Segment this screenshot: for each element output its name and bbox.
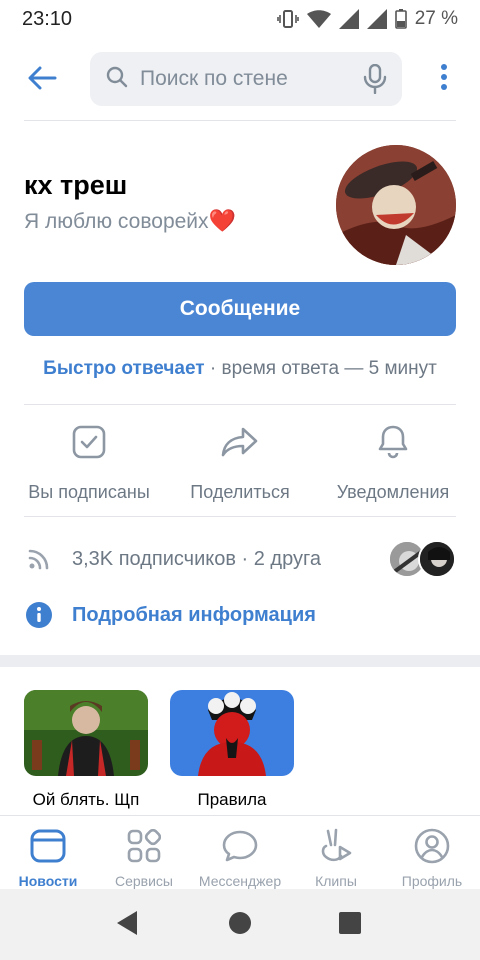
bottom-navigation: Новости Сервисы Мессенджер Клипы Профиль bbox=[0, 815, 480, 889]
nav-services[interactable]: Сервисы bbox=[96, 816, 192, 889]
clips-icon bbox=[316, 826, 356, 865]
wifi-icon bbox=[306, 10, 331, 28]
profile-icon bbox=[412, 826, 452, 865]
signal-icon-2 bbox=[366, 9, 387, 29]
microphone-icon[interactable] bbox=[360, 64, 390, 94]
nav-clips[interactable]: Клипы bbox=[288, 816, 384, 889]
battery-icon bbox=[394, 9, 407, 29]
nav-clips-label: Клипы bbox=[315, 873, 357, 889]
nav-services-label: Сервисы bbox=[114, 873, 173, 889]
rss-icon bbox=[24, 544, 54, 574]
album-caption: Правила bbox=[197, 790, 267, 809]
triangle-back-icon bbox=[115, 910, 139, 941]
system-back-button[interactable] bbox=[113, 910, 141, 941]
heart-emoji: ❤️ bbox=[208, 208, 236, 233]
share-button[interactable]: Поделиться bbox=[180, 422, 300, 508]
album-caption: Ой блять. Щп bbox=[32, 790, 140, 809]
search-icon bbox=[106, 66, 128, 93]
followers-text: 3,3K подписчиков · 2 друга bbox=[72, 547, 321, 570]
friends-avatars[interactable] bbox=[388, 540, 456, 578]
search-bar[interactable] bbox=[90, 52, 402, 106]
nav-messenger[interactable]: Мессенджер bbox=[192, 816, 288, 889]
services-icon bbox=[124, 826, 164, 865]
nav-profile[interactable]: Профиль bbox=[384, 816, 480, 889]
share-label: Поделиться bbox=[190, 482, 290, 502]
reply-time-text: · время ответа — 5 минут bbox=[204, 358, 437, 379]
info-icon bbox=[24, 600, 54, 630]
system-navigation-bar bbox=[0, 889, 480, 960]
profile-status-text: Я люблю соворейх bbox=[24, 210, 209, 233]
section-separator bbox=[0, 655, 480, 667]
subscribed-label: Вы подписаны bbox=[28, 482, 150, 502]
nav-messenger-label: Мессенджер bbox=[198, 873, 282, 889]
more-menu-button[interactable] bbox=[432, 62, 456, 96]
messenger-icon bbox=[220, 826, 260, 865]
album-thumbnail bbox=[170, 690, 294, 776]
profile-name: кх треш bbox=[24, 170, 128, 200]
nav-news[interactable]: Новости bbox=[0, 816, 96, 889]
followers-row[interactable]: 3,3K подписчиков · 2 друга bbox=[24, 538, 456, 580]
album-item[interactable]: Правила bbox=[170, 690, 294, 810]
divider bbox=[24, 516, 456, 517]
status-icons: 27 % bbox=[276, 8, 458, 30]
divider bbox=[24, 404, 456, 405]
system-home-button[interactable] bbox=[226, 911, 254, 939]
nav-news-label: Новости bbox=[18, 873, 78, 889]
profile-status: Я люблю соворейх❤️ bbox=[24, 208, 236, 234]
status-time: 23:10 bbox=[22, 7, 73, 30]
bell-icon bbox=[373, 422, 413, 462]
signal-icon bbox=[338, 9, 359, 29]
check-square-icon bbox=[69, 422, 109, 462]
album-thumbnail bbox=[24, 690, 148, 776]
share-icon bbox=[220, 422, 260, 462]
reply-info: Быстро отвечает · время ответа — 5 минут bbox=[0, 358, 480, 380]
reply-fast-label[interactable]: Быстро отвечает bbox=[43, 358, 204, 379]
notifications-button[interactable]: Уведомления bbox=[326, 422, 460, 508]
more-vertical-icon bbox=[440, 63, 448, 96]
circle-home-icon bbox=[228, 911, 252, 940]
friend-avatar bbox=[418, 540, 456, 578]
system-recents-button[interactable] bbox=[336, 911, 364, 939]
status-bar: 23:10 27 % bbox=[0, 0, 480, 38]
message-button[interactable]: Сообщение bbox=[24, 282, 456, 336]
detailed-info-link[interactable]: Подробная информация bbox=[24, 598, 316, 632]
detailed-info-label: Подробная информация bbox=[72, 603, 316, 626]
search-input[interactable] bbox=[140, 67, 340, 91]
vibrate-icon bbox=[276, 9, 299, 29]
arrow-left-icon bbox=[27, 66, 57, 95]
avatar[interactable] bbox=[336, 145, 456, 265]
nav-profile-label: Профиль bbox=[401, 873, 463, 889]
back-button[interactable] bbox=[22, 60, 62, 100]
subscribed-button[interactable]: Вы подписаны bbox=[20, 422, 158, 508]
notifications-label: Уведомления bbox=[336, 482, 450, 502]
divider bbox=[24, 120, 456, 121]
battery-percent: 27 % bbox=[414, 8, 458, 29]
news-icon bbox=[28, 826, 68, 865]
album-item[interactable]: Ой блять. Щп bbox=[24, 690, 148, 810]
square-recents-icon bbox=[339, 911, 361, 939]
top-bar bbox=[0, 50, 480, 108]
